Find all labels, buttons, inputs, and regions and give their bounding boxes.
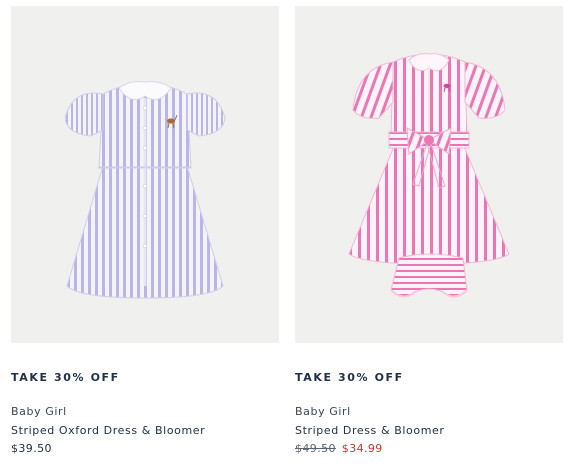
original-price: $49.50 xyxy=(295,442,336,455)
product-name[interactable]: Striped Dress & Bloomer xyxy=(295,424,563,438)
price-row: $49.50 $34.99 xyxy=(295,442,563,456)
sale-price: $34.99 xyxy=(341,442,383,455)
pink-dress-illustration xyxy=(348,53,510,298)
product-price: $39.50 xyxy=(11,442,52,455)
product-image-striped-dress[interactable] xyxy=(295,6,563,343)
promo-label: TAKE 30% OFF xyxy=(11,371,120,384)
product-card-striped-dress[interactable]: TAKE 30% OFF Baby Girl Striped Dress & B… xyxy=(295,6,563,456)
price-row: $39.50 xyxy=(11,442,279,456)
product-name[interactable]: Striped Oxford Dress & Bloomer xyxy=(11,424,279,438)
product-card-oxford-dress[interactable]: TAKE 30% OFF Baby Girl Striped Oxford Dr… xyxy=(11,6,279,456)
product-category: Baby Girl xyxy=(11,405,67,418)
product-image-oxford-dress[interactable] xyxy=(11,6,279,343)
product-category: Baby Girl xyxy=(295,405,351,418)
promo-label: TAKE 30% OFF xyxy=(295,371,404,384)
lavender-dress-illustration xyxy=(64,81,226,299)
